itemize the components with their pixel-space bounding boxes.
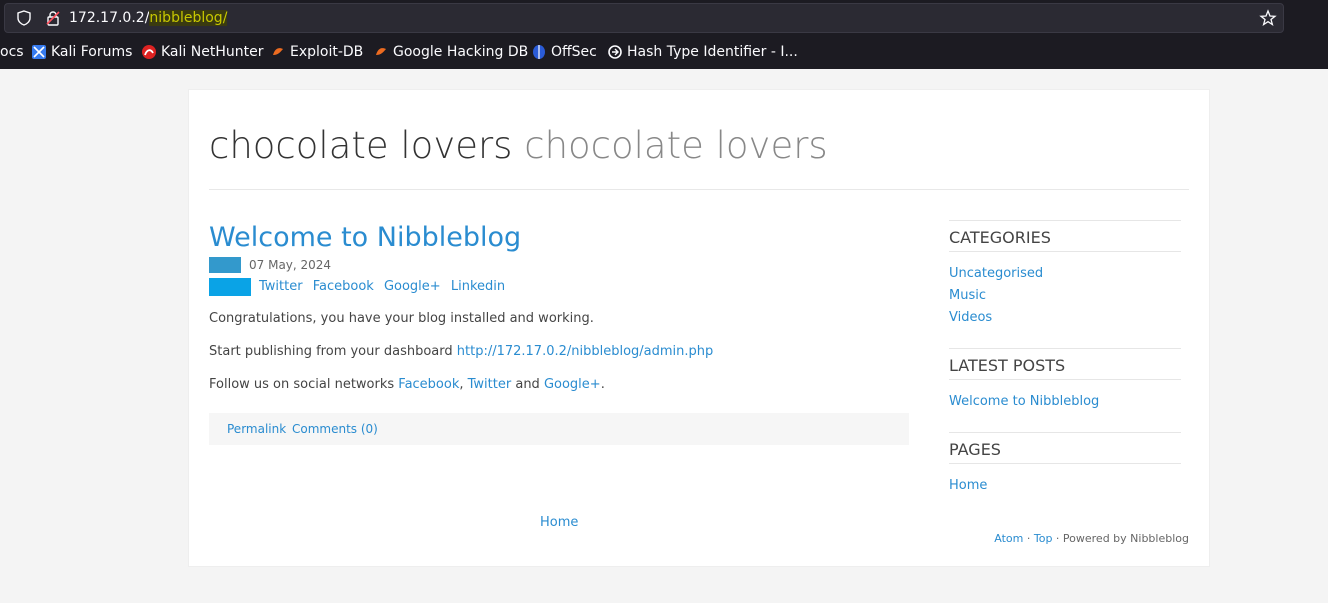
bookmark-hash-identifier[interactable]: Hash Type Identifier - I... xyxy=(608,44,798,60)
latest-posts-heading: LATEST POSTS xyxy=(949,356,1066,375)
shield-icon[interactable] xyxy=(16,10,32,26)
comments-link[interactable]: Comments (0) xyxy=(292,422,378,436)
sidebar-divider xyxy=(949,432,1181,433)
header-divider xyxy=(209,189,1189,190)
share-twitter[interactable]: Twitter xyxy=(259,279,303,294)
post-date: 07 May, 2024 xyxy=(249,258,332,272)
sidebar-divider xyxy=(949,220,1181,221)
bookmark-ghdb[interactable]: Google Hacking DB xyxy=(374,44,528,60)
bookmark-label: OffSec xyxy=(551,44,597,60)
share-linkedin[interactable]: Linkedin xyxy=(451,279,505,294)
admin-link[interactable]: http://172.17.0.2/nibbleblog/admin.php xyxy=(457,344,714,359)
bookmark-label: Kali Forums xyxy=(51,44,133,60)
bookmark-star-icon[interactable] xyxy=(1259,9,1277,27)
latest-post-item[interactable]: Welcome to Nibbleblog xyxy=(949,394,1099,409)
sidebar-divider xyxy=(949,251,1181,252)
bookmark-docs[interactable]: ocs xyxy=(0,44,24,60)
post-title[interactable]: Welcome to Nibbleblog xyxy=(209,222,521,253)
exploit-db-icon xyxy=(273,48,283,55)
category-uncategorised[interactable]: Uncategorised xyxy=(949,266,1043,281)
url-host: 172.17.0.2/ xyxy=(69,10,150,26)
separator: and xyxy=(511,377,544,392)
hash-icon xyxy=(608,45,622,59)
url-path: nibbleblog/ xyxy=(149,10,228,26)
google-plus-link[interactable]: Google+ xyxy=(544,377,601,392)
share-badge xyxy=(209,278,251,296)
site-slogan: chocolate lovers xyxy=(524,124,828,167)
bookmark-label: Hash Type Identifier - I... xyxy=(627,44,798,60)
address-bar[interactable]: 172.17.0.2/nibbleblog/ xyxy=(4,3,1284,33)
paragraph-text: Start publishing from your dashboard xyxy=(209,344,457,359)
bookmark-label: Kali NetHunter xyxy=(161,44,264,60)
top-link[interactable]: Top xyxy=(1034,532,1053,545)
bookmark-kali-forums[interactable]: Kali Forums xyxy=(32,44,132,60)
separator: . xyxy=(600,377,605,392)
post-paragraph-1: Congratulations, you have your blog inst… xyxy=(209,311,594,326)
site-header: chocolate lovers chocolate lovers xyxy=(209,124,828,167)
pager-home-link[interactable]: Home xyxy=(540,515,578,530)
powered-by: · Powered by Nibbleblog xyxy=(1052,532,1189,545)
blog-container: chocolate lovers chocolate lovers Welcom… xyxy=(188,89,1210,567)
pages-heading: PAGES xyxy=(949,440,1001,459)
site-name[interactable]: chocolate lovers xyxy=(209,124,512,167)
facebook-link[interactable]: Facebook xyxy=(398,377,459,392)
permalink-link[interactable]: Permalink xyxy=(227,422,286,436)
post-paragraph-2: Start publishing from your dashboard htt… xyxy=(209,344,713,359)
bookmark-exploit-db[interactable]: Exploit-DB xyxy=(271,44,363,60)
share-facebook[interactable]: Facebook xyxy=(313,279,374,294)
bookmark-offsec[interactable]: OffSec xyxy=(532,44,597,60)
post-footer: Permalink Comments (0) xyxy=(209,413,909,445)
bookmark-label: Google Hacking DB xyxy=(393,44,529,60)
category-videos[interactable]: Videos xyxy=(949,310,992,325)
browser-chrome: 172.17.0.2/nibbleblog/ ocs Kali Forums K… xyxy=(0,0,1328,69)
bookmark-kali-nethunter[interactable]: Kali NetHunter xyxy=(142,44,263,60)
sidebar-divider xyxy=(949,379,1181,380)
categories-heading: CATEGORIES xyxy=(949,228,1051,247)
nethunter-icon xyxy=(142,45,156,59)
page-home-link[interactable]: Home xyxy=(949,478,987,493)
ghdb-icon xyxy=(376,48,386,55)
atom-link[interactable]: Atom xyxy=(994,532,1023,545)
date-badge xyxy=(209,257,241,273)
kali-forums-icon xyxy=(32,45,46,59)
paragraph-text: Follow us on social networks xyxy=(209,377,399,392)
bookmark-label: Exploit-DB xyxy=(290,44,364,60)
bookmark-label: ocs xyxy=(0,44,24,60)
category-music[interactable]: Music xyxy=(949,288,986,303)
lock-insecure-icon[interactable] xyxy=(45,10,61,26)
bookmarks-toolbar: ocs Kali Forums Kali NetHunter Exploit-D… xyxy=(0,40,1328,66)
separator: , xyxy=(459,377,468,392)
site-footer: Atom · Top · Powered by Nibbleblog xyxy=(994,532,1189,545)
share-google-plus[interactable]: Google+ xyxy=(384,279,441,294)
separator: · xyxy=(1023,532,1034,545)
sidebar-divider xyxy=(949,348,1181,349)
url-text[interactable]: 172.17.0.2/nibbleblog/ xyxy=(69,10,228,26)
twitter-link[interactable]: Twitter xyxy=(468,377,512,392)
sidebar-divider xyxy=(949,463,1181,464)
post-paragraph-3: Follow us on social networks Facebook, T… xyxy=(209,377,605,392)
share-links: Twitter Facebook Google+ Linkedin xyxy=(259,279,511,294)
offsec-icon xyxy=(533,45,545,59)
